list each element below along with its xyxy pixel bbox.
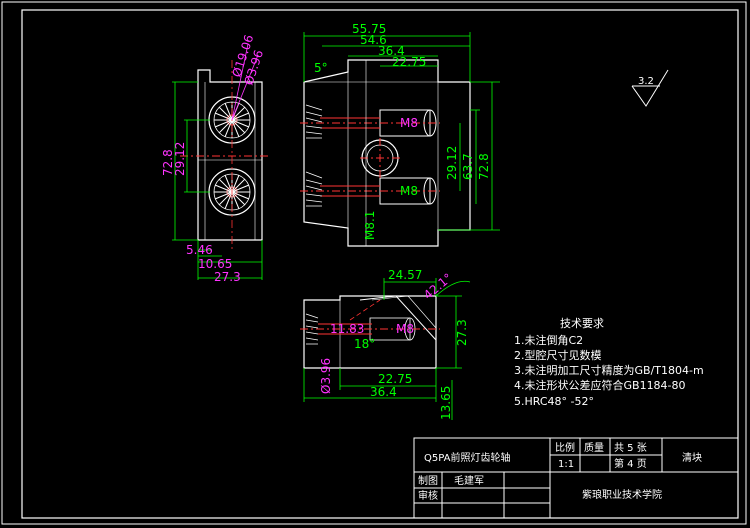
- tech-req-item: 1.未注倒角C2: [514, 333, 583, 347]
- tech-req-item: 3.未注明加工尺寸精度为GB/T1804-m: [514, 363, 704, 377]
- tech-req-item: 5.HRC48° -52°: [514, 395, 594, 408]
- left-dim-w1: 5.46: [186, 243, 213, 257]
- front-dim-r3: 72.8: [477, 153, 491, 180]
- bottom-dim-angle: 42.1°: [421, 271, 455, 303]
- surface-roughness-symbol: 3.2: [631, 69, 669, 107]
- drawn-by: 毛建军: [454, 474, 484, 487]
- bottom-dim-w2: 36.4: [370, 385, 397, 399]
- front-thread-label-2: M8: [400, 184, 418, 198]
- bottom-view: 24.57 42.1° 27.3 Ø3.96 22.75 36.4 13.65 …: [300, 268, 471, 420]
- inner-frame: [21, 9, 739, 519]
- bottom-dim-inner: 11.83: [330, 322, 364, 336]
- front-dim-r1: 29.12: [445, 146, 459, 180]
- left-dim-w2: 10.65: [198, 257, 232, 271]
- part-name: Q5PA前照灯齿轮轴: [424, 451, 510, 464]
- cad-drawing-sheet: Ø19.06 Ø3.96 72.8 29.12 5.46 10.65 27.3: [1, 1, 747, 525]
- bottom-dim-top: 24.57: [388, 268, 422, 282]
- technical-requirements: 技术要求 1.未注倒角C2 2.型腔尺寸见数模 3.未注明加工尺寸精度为GB/T…: [514, 317, 704, 408]
- tech-req-item: 2.型腔尺寸见数模: [514, 348, 602, 362]
- left-dim-h-center: 29.12: [173, 142, 187, 176]
- front-thread-label-1: M8: [400, 116, 418, 130]
- scale-header: 比例: [555, 441, 575, 454]
- material: 清块: [682, 451, 702, 464]
- sheets-total: 共 5 张: [614, 442, 647, 454]
- front-dim-angle: 5°: [314, 61, 328, 75]
- bottom-dim-h: 27.3: [455, 319, 469, 346]
- bottom-dim-angle2: 18°: [354, 337, 375, 351]
- bottom-dim-w1: 22.75: [378, 372, 412, 386]
- scale-value: 1:1: [558, 459, 574, 470]
- bottom-dim-d: Ø3.96: [319, 358, 333, 394]
- tech-req-title: 技术要求: [560, 317, 604, 330]
- drawn-label: 制图: [418, 474, 438, 487]
- school-name: 紫琅职业技术学院: [582, 488, 662, 501]
- left-view: Ø19.06 Ø3.96 72.8 29.12 5.46 10.65 27.3: [161, 33, 270, 284]
- front-dim-w4: 22.75: [392, 55, 426, 69]
- front-thread-note: M8.1: [363, 211, 377, 240]
- roughness-value: 3.2: [638, 76, 654, 87]
- left-dim-w3: 27.3: [214, 270, 241, 284]
- tech-req-item: 4.未注形状公差应符合GB1184-80: [514, 378, 686, 392]
- front-dim-r2: 63.7: [461, 153, 475, 180]
- bottom-dim-w3: 13.65: [439, 386, 453, 420]
- check-label: 审核: [418, 489, 438, 502]
- sheet-number: 第 4 页: [614, 457, 647, 470]
- front-view: 55.75 54.6 36.4 22.75 5° 29.12 63.7 72.8…: [300, 22, 500, 247]
- bottom-thread-label: M8: [396, 322, 414, 336]
- mass-header: 质量: [584, 442, 604, 454]
